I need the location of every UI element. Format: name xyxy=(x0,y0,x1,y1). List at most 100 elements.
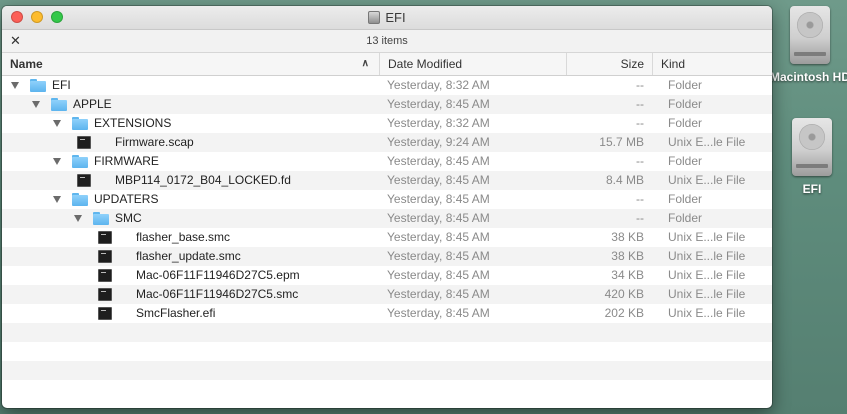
file-name: flasher_base.smc xyxy=(136,230,231,244)
size-cell: 15.7 MB xyxy=(599,135,644,149)
table-row[interactable]: SmcFlasher.efi Yesterday, 8:45 AM 202 KB Un… xyxy=(2,304,772,323)
disclosure-triangle-icon[interactable] xyxy=(74,215,82,222)
table-row[interactable]: MBP114_0172_B04_LOCKED.fd Yesterday, 8:45… xyxy=(2,171,772,190)
disclosure-triangle-icon[interactable] xyxy=(32,101,40,108)
executable-file-icon xyxy=(77,136,91,149)
table-row[interactable]: flasher_update.smc Yesterday, 8:45 AM 38 K… xyxy=(2,247,772,266)
kind-cell: Folder xyxy=(668,154,703,168)
disclosure-triangle-icon[interactable] xyxy=(53,120,61,127)
file-name: FIRMWARE xyxy=(94,154,159,168)
table-row[interactable]: Mac-06F11F11946D27C5.epm Yesterday, 8:45 … xyxy=(2,266,772,285)
size-cell: 202 KB xyxy=(604,306,644,320)
date-cell: Yesterday, 8:45 AM xyxy=(387,306,490,320)
size-cell: 420 KB xyxy=(604,287,644,301)
kind-cell: Folder xyxy=(668,78,703,92)
size-cell: -- xyxy=(636,78,644,92)
disclosure-triangle-icon[interactable] xyxy=(53,158,61,165)
table-row[interactable]: APPLE Yesterday, 8:45 AM -- Folder xyxy=(2,95,772,114)
empty-row xyxy=(2,342,772,361)
column-header-date[interactable]: Date Modified xyxy=(379,53,566,75)
name-cell: EFI xyxy=(2,76,379,95)
date-cell: Yesterday, 8:45 AM xyxy=(387,287,490,301)
file-name: UPDATERS xyxy=(94,192,159,206)
folder-icon xyxy=(30,79,46,92)
kind-cell: Unix E...le File xyxy=(668,268,746,282)
executable-file-icon xyxy=(77,174,91,187)
folder-icon xyxy=(72,193,88,206)
hard-drive-icon xyxy=(792,118,832,176)
size-cell: -- xyxy=(636,116,644,130)
executable-file-icon xyxy=(98,231,112,244)
kind-cell: Unix E...le File xyxy=(668,249,746,263)
table-row[interactable]: Mac-06F11F11946D27C5.smc Yesterday, 8:45 … xyxy=(2,285,772,304)
size-cell: -- xyxy=(636,211,644,225)
file-name: SMC xyxy=(115,211,142,225)
name-cell: EXTENSIONS xyxy=(2,114,379,133)
name-cell: UPDATERS xyxy=(2,190,379,209)
name-cell: FIRMWARE xyxy=(2,152,379,171)
size-cell: 34 KB xyxy=(611,268,644,282)
kind-cell: Folder xyxy=(668,211,703,225)
file-name: flasher_update.smc xyxy=(136,249,241,263)
desktop-icon-label: Macintosh HD xyxy=(770,70,847,84)
empty-row xyxy=(2,323,772,342)
name-cell: flasher_update.smc xyxy=(2,247,379,266)
date-cell: Yesterday, 8:45 AM xyxy=(387,192,490,206)
kind-cell: Folder xyxy=(668,97,703,111)
size-cell: -- xyxy=(636,154,644,168)
table-row[interactable]: EFI Yesterday, 8:32 AM -- Folder xyxy=(2,76,772,95)
window-title-text: EFI xyxy=(385,10,406,25)
table-row[interactable]: UPDATERS Yesterday, 8:45 AM -- Folder xyxy=(2,190,772,209)
size-cell: 8.4 MB xyxy=(605,173,644,187)
column-header-name[interactable]: Name ∧ xyxy=(2,53,379,75)
desktop-icon-efi[interactable]: EFI xyxy=(772,118,847,196)
table-row[interactable]: flasher_base.smc Yesterday, 8:45 AM 38 KB U… xyxy=(2,228,772,247)
table-row[interactable]: FIRMWARE Yesterday, 8:45 AM -- Folder xyxy=(2,152,772,171)
desktop-icon-macintosh-hd[interactable]: Macintosh HD xyxy=(770,6,847,84)
date-cell: Yesterday, 8:45 AM xyxy=(387,173,490,187)
name-cell: APPLE xyxy=(2,95,379,114)
desktop-icon-label: EFI xyxy=(802,182,822,196)
file-name: SmcFlasher.efi xyxy=(136,306,216,320)
folder-icon xyxy=(72,117,88,130)
date-cell: Yesterday, 8:45 AM xyxy=(387,268,490,282)
date-cell: Yesterday, 8:32 AM xyxy=(387,116,490,130)
date-cell: Yesterday, 8:45 AM xyxy=(387,211,490,225)
title-bar[interactable]: EFI xyxy=(2,6,772,30)
file-name: EFI xyxy=(52,78,71,92)
kind-cell: Folder xyxy=(668,116,703,130)
name-cell: SMC xyxy=(2,209,379,228)
column-header-size[interactable]: Size xyxy=(566,53,652,75)
kind-cell: Unix E...le File xyxy=(668,230,746,244)
item-count: 13 items xyxy=(366,35,408,47)
name-cell: Mac-06F11F11946D27C5.smc xyxy=(2,285,379,304)
executable-file-icon xyxy=(98,288,112,301)
date-cell: Yesterday, 8:45 AM xyxy=(387,249,490,263)
name-cell: Firmware.scap xyxy=(2,133,379,152)
kind-cell: Folder xyxy=(668,192,703,206)
column-header-kind[interactable]: Kind xyxy=(652,53,772,75)
file-name: Firmware.scap xyxy=(115,135,194,149)
table-row[interactable]: Firmware.scap Yesterday, 9:24 AM 15.7 MB Un… xyxy=(2,133,772,152)
finder-window: EFI ✕ 13 items Name ∧ Date Modified Size… xyxy=(2,6,772,408)
file-name: Mac-06F11F11946D27C5.epm xyxy=(136,268,300,282)
date-cell: Yesterday, 8:45 AM xyxy=(387,154,490,168)
file-list: EFI Yesterday, 8:32 AM -- Folder APPLE Yester… xyxy=(2,76,772,399)
file-name: APPLE xyxy=(73,97,112,111)
file-name: Mac-06F11F11946D27C5.smc xyxy=(136,287,299,301)
executable-file-icon xyxy=(98,250,112,263)
disclosure-triangle-icon[interactable] xyxy=(11,82,19,89)
status-bar: ✕ 13 items xyxy=(2,30,772,53)
table-row[interactable]: SMC Yesterday, 8:45 AM -- Folder xyxy=(2,209,772,228)
folder-icon xyxy=(93,212,109,225)
folder-icon xyxy=(51,98,67,111)
name-cell: MBP114_0172_B04_LOCKED.fd xyxy=(2,171,379,190)
size-cell: 38 KB xyxy=(611,230,644,244)
table-row[interactable]: EXTENSIONS Yesterday, 8:32 AM -- Folder xyxy=(2,114,772,133)
window-title: EFI xyxy=(2,10,772,25)
kind-cell: Unix E...le File xyxy=(668,287,746,301)
date-cell: Yesterday, 8:32 AM xyxy=(387,78,490,92)
sort-ascending-icon: ∧ xyxy=(361,58,369,69)
name-cell: flasher_base.smc xyxy=(2,228,379,247)
disclosure-triangle-icon[interactable] xyxy=(53,196,61,203)
